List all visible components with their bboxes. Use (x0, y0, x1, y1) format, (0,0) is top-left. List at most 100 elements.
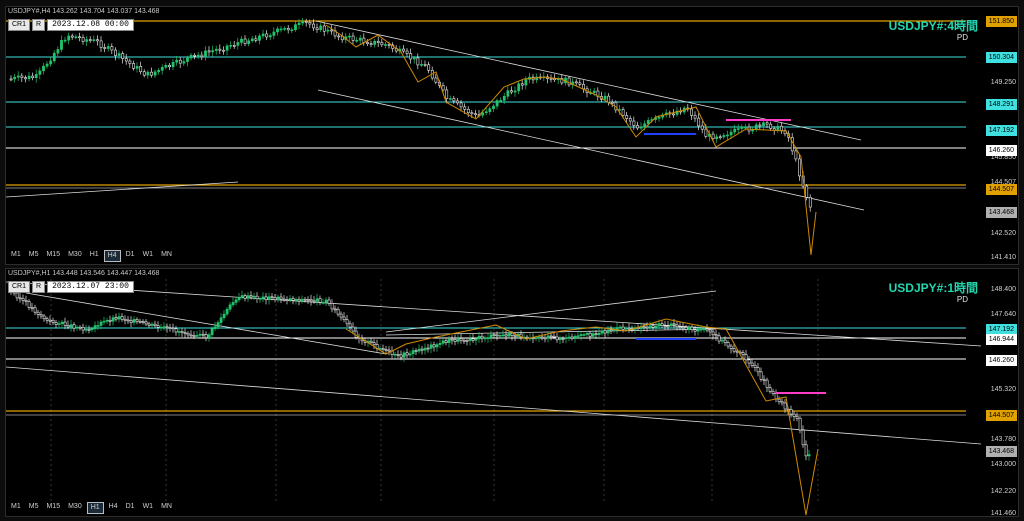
tf-w1[interactable]: W1 (140, 250, 157, 260)
candle-body (705, 328, 709, 331)
datetime-readout: 2023.12.08 00:00 (47, 19, 134, 31)
tf-m15[interactable]: M15 (43, 502, 63, 512)
candle-body (807, 454, 811, 457)
candle-body (549, 335, 553, 338)
candle-body (9, 78, 13, 81)
candle-body (732, 348, 736, 352)
candle-body (471, 338, 475, 341)
candle-body (81, 37, 85, 42)
tf-d1[interactable]: D1 (123, 250, 138, 260)
candle-body (345, 319, 349, 325)
datetime-readout: 2023.12.07 23:00 (47, 281, 134, 293)
r-label[interactable]: R (32, 19, 46, 31)
candle-body (198, 333, 202, 336)
candle-body (366, 42, 369, 44)
candle-body (502, 96, 506, 101)
h1-chart-panel[interactable]: USDJPY#,H1 143.448 143.546 143.447 143.4… (5, 268, 1019, 517)
candle-body (337, 35, 341, 38)
candle-body (189, 54, 193, 59)
candle-body (327, 299, 331, 304)
price-tick-label: 145.320 (990, 386, 1016, 393)
candle-body (192, 335, 196, 337)
tf-m5[interactable]: M5 (26, 502, 42, 512)
price-level-tag: 147.192 (985, 125, 1017, 136)
candle-body (96, 39, 99, 42)
candle-body (288, 298, 292, 301)
candle-body (453, 339, 457, 342)
candle-body (27, 301, 31, 308)
candle-body (711, 133, 715, 140)
candle-body (426, 347, 430, 350)
candle-body (27, 75, 31, 80)
candle-body (657, 116, 661, 119)
candle-body (246, 295, 250, 299)
candle-body (381, 348, 385, 350)
h1-price-chart[interactable] (6, 269, 1018, 516)
tf-m1[interactable]: M1 (8, 502, 24, 512)
tf-m30[interactable]: M30 (65, 502, 85, 512)
candle-body (759, 371, 763, 380)
candle-body (540, 336, 544, 339)
candle-body (632, 120, 636, 126)
tf-d1[interactable]: D1 (123, 502, 138, 512)
tf-m15[interactable]: M15 (43, 250, 63, 260)
cr-label[interactable]: CR1 (8, 281, 31, 293)
price-level-tag: 144.507 (985, 410, 1017, 421)
candle-body (159, 326, 163, 329)
h4-chart-panel[interactable]: USDJPY#,H4 143.262 143.704 143.037 143.4… (5, 6, 1019, 265)
tf-h4[interactable]: H4 (103, 250, 121, 262)
tf-mn[interactable]: MN (158, 250, 175, 260)
tf-h1[interactable]: H1 (86, 502, 104, 514)
candle-body (432, 344, 436, 348)
candle-body (228, 304, 232, 310)
candle-body (255, 295, 259, 300)
candle-body (369, 43, 373, 45)
candle-body (286, 28, 290, 31)
candle-body (247, 40, 251, 44)
candle-body (444, 340, 448, 343)
candle-body (420, 64, 423, 66)
tf-w1[interactable]: W1 (140, 502, 157, 512)
price-level-tag: 148.291 (985, 99, 1017, 110)
candle-body (447, 338, 451, 343)
candle-body (129, 320, 133, 323)
tf-m30[interactable]: M30 (65, 250, 85, 260)
candle-body (774, 393, 778, 400)
candle-body (24, 300, 28, 302)
candle-body (243, 295, 247, 299)
cr-label[interactable]: CR1 (8, 19, 31, 31)
candle-body (303, 298, 307, 301)
tf-h1[interactable]: H1 (87, 250, 102, 260)
candle-body (423, 347, 427, 351)
h4-price-chart[interactable] (6, 7, 1018, 264)
candle-body (196, 54, 200, 57)
candle-body (207, 334, 211, 339)
candle-body (740, 126, 744, 129)
candle-body (81, 326, 85, 331)
candle-body (218, 48, 222, 51)
candle-body (470, 112, 474, 115)
candle-body (186, 332, 190, 336)
tf-h4[interactable]: H4 (106, 502, 121, 512)
tf-mn[interactable]: MN (158, 502, 175, 512)
trend-line (6, 181, 239, 198)
candle-body (322, 25, 326, 32)
candle-body (297, 299, 301, 302)
candle-body (669, 323, 673, 327)
candle-body (123, 318, 127, 321)
candle-body (696, 328, 700, 332)
candle-body (51, 319, 55, 323)
candle-body (193, 54, 197, 57)
candle-body (36, 311, 40, 315)
candle-body (423, 64, 427, 66)
candle-body (207, 50, 211, 53)
candle-body (524, 79, 528, 86)
candle-body (684, 327, 688, 330)
trend-line (315, 20, 862, 141)
tf-m5[interactable]: M5 (26, 250, 42, 260)
tf-m1[interactable]: M1 (8, 250, 24, 260)
candle-body (142, 71, 146, 76)
r-label[interactable]: R (32, 281, 46, 293)
candle-body (627, 327, 631, 330)
candle-body (300, 298, 304, 302)
